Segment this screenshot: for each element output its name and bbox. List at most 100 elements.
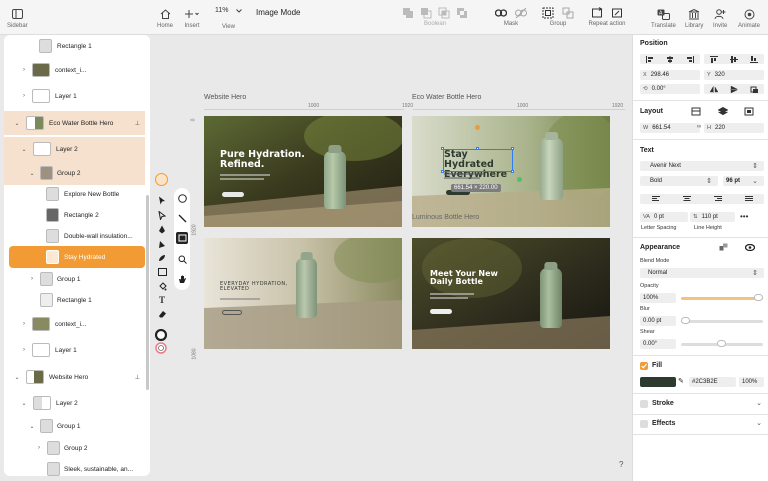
chevron-right-icon[interactable]: › xyxy=(21,347,27,353)
chevron-down-icon[interactable]: ⌄ xyxy=(756,399,762,407)
sidebar-button[interactable]: Sidebar xyxy=(7,7,28,30)
exclude-icon[interactable] xyxy=(456,7,468,19)
pin-icon[interactable]: ⊥ xyxy=(135,374,140,381)
layer-row[interactable]: Sleek, sustainable, an... xyxy=(4,458,145,476)
hero-cta-button[interactable] xyxy=(430,309,452,314)
effects-checkbox[interactable] xyxy=(640,420,648,428)
font-weight-select[interactable]: Bold ⇕ xyxy=(640,176,718,186)
opacity-slider-knob[interactable] xyxy=(754,294,763,301)
layer-row[interactable]: ⌄ Eco Water Bottle Hero ⊥ xyxy=(4,111,145,135)
stroke-checkbox[interactable] xyxy=(640,400,648,408)
chevron-down-icon[interactable]: ⌄ xyxy=(14,120,20,127)
height-field[interactable]: H 220 xyxy=(704,123,764,133)
insert-button[interactable]: Insert xyxy=(184,7,200,30)
resize-handle[interactable] xyxy=(476,147,479,150)
chevron-down-icon[interactable]: ⌄ xyxy=(21,146,27,153)
flip-horizontal-icon[interactable] xyxy=(710,85,718,93)
chevron-down-icon[interactable]: ⌄ xyxy=(21,400,27,407)
eyedropper-icon[interactable]: ✎ xyxy=(678,377,684,385)
text-align-right-icon[interactable] xyxy=(713,196,722,202)
link-proportions-icon[interactable]: ∞ xyxy=(697,124,701,130)
layer-row[interactable]: Rectangle 1 xyxy=(4,289,145,311)
align-middle-icon[interactable] xyxy=(730,55,738,63)
layer-row[interactable]: ⌄ Layer 2 xyxy=(4,392,145,414)
layer-row[interactable]: › Layer 1 xyxy=(4,85,145,107)
mask-icon[interactable] xyxy=(495,7,507,19)
align-center-icon[interactable] xyxy=(666,55,674,63)
hero-cta-button[interactable] xyxy=(222,192,244,197)
unmask-icon[interactable] xyxy=(515,7,527,19)
fill-hex-field[interactable]: #2C3B2E xyxy=(689,377,736,387)
group-icon[interactable] xyxy=(542,7,554,19)
layer-row[interactable]: ⌄ Group 1 xyxy=(4,415,145,437)
style-presets-icon[interactable] xyxy=(719,243,728,251)
chevron-right-icon[interactable]: › xyxy=(21,321,27,327)
layer-row[interactable]: ⌄ Group 2 xyxy=(4,161,145,185)
ungroup-icon[interactable] xyxy=(562,7,574,19)
layer-row[interactable]: › context_i... xyxy=(4,59,145,81)
blur-slider-knob[interactable] xyxy=(681,317,690,324)
fill-checkbox[interactable] xyxy=(640,362,648,370)
repeat-alt-icon[interactable] xyxy=(611,7,623,19)
align-right-icon[interactable] xyxy=(686,55,694,63)
shear-slider-knob[interactable] xyxy=(717,340,726,347)
opacity-slider[interactable] xyxy=(681,297,763,300)
frame-label[interactable]: Website Hero xyxy=(204,94,246,101)
artboard-daily-bottle-hero[interactable]: Meet Your New Daily Bottle xyxy=(412,238,610,349)
shear-field[interactable]: 0.00° xyxy=(640,339,676,349)
subtract-icon[interactable] xyxy=(420,7,432,19)
layer-row[interactable]: Rectangle 2 xyxy=(4,204,145,226)
intersect-icon[interactable] xyxy=(438,7,450,19)
layer-row[interactable]: ⌄ Layer 2 xyxy=(4,137,145,161)
rotation-field[interactable]: ⟲ 0.00° xyxy=(640,84,700,94)
pin-icon[interactable]: ⊥ xyxy=(135,120,140,127)
repeat-icon[interactable] xyxy=(591,7,603,19)
x-field[interactable]: X 298.46 xyxy=(640,70,700,80)
chevron-right-icon[interactable]: › xyxy=(36,445,42,451)
artboard-luminous-bottle-hero[interactable]: EVERYDAY HYDRATION, ELEVATED xyxy=(204,238,402,349)
opacity-field[interactable]: 100% xyxy=(640,293,676,303)
text-align-justify-icon[interactable] xyxy=(744,196,753,202)
frame-label[interactable]: Eco Water Bottle Hero xyxy=(412,94,481,101)
chevron-right-icon[interactable]: › xyxy=(21,67,27,73)
flip-vertical-icon[interactable] xyxy=(730,85,738,93)
zoom-dropdown[interactable]: 11% xyxy=(215,7,242,14)
layer-row[interactable]: › context_i... xyxy=(4,313,145,335)
font-family-select[interactable]: Avenir Next ⇕ xyxy=(640,161,764,171)
hero-cta-button[interactable] xyxy=(222,310,242,315)
stack-layout-icon[interactable] xyxy=(718,107,728,116)
layer-row[interactable]: Explore New Bottle xyxy=(4,183,145,205)
selection-box[interactable] xyxy=(443,149,513,172)
union-icon[interactable] xyxy=(402,7,414,19)
resize-layout-icon[interactable] xyxy=(691,107,701,116)
rotate-icon[interactable] xyxy=(750,86,758,93)
width-field[interactable]: W 661.54 xyxy=(640,123,700,133)
rotate-handle[interactable] xyxy=(475,125,480,130)
grid-layout-icon[interactable] xyxy=(744,107,754,116)
more-options-icon[interactable]: ••• xyxy=(740,212,748,221)
layer-row[interactable]: Rectangle 1 xyxy=(4,35,145,57)
frame-label[interactable]: Luminous Bottle Hero xyxy=(412,214,479,221)
y-field[interactable]: Y 320 xyxy=(704,70,764,80)
align-top-icon[interactable] xyxy=(710,55,718,63)
layer-row[interactable]: › Group 2 xyxy=(4,437,145,459)
visibility-icon[interactable] xyxy=(745,244,755,251)
layer-row[interactable]: Double-wall insulation... xyxy=(4,225,145,247)
line-height-field[interactable]: ⇅ 110 pt xyxy=(690,212,735,222)
layer-row[interactable]: › Group 1 xyxy=(4,268,145,290)
translate-button[interactable]: A Translate xyxy=(651,7,676,30)
font-size-field[interactable]: 96 pt ⌄ xyxy=(723,176,764,186)
chevron-down-icon[interactable]: ⌄ xyxy=(29,170,35,177)
resize-handle[interactable] xyxy=(441,147,444,150)
fill-color-swatch[interactable] xyxy=(640,377,676,387)
chevron-down-icon[interactable]: ⌄ xyxy=(29,423,35,430)
text-align-center-icon[interactable] xyxy=(682,196,691,202)
resize-handle[interactable] xyxy=(441,170,444,173)
layer-row[interactable]: ⌄ Website Hero ⊥ xyxy=(4,366,145,388)
animate-button[interactable]: Animate xyxy=(738,7,760,30)
canvas[interactable]: Website Hero Eco Water Bottle Hero 1000 … xyxy=(150,35,632,481)
blur-field[interactable]: 0.00 pt xyxy=(640,316,676,326)
blend-mode-select[interactable]: Normal ⇕ xyxy=(640,268,764,278)
chevron-down-icon[interactable]: ⌄ xyxy=(756,419,762,427)
artboard-website-hero[interactable]: Pure Hydration. Refined. xyxy=(204,116,402,227)
